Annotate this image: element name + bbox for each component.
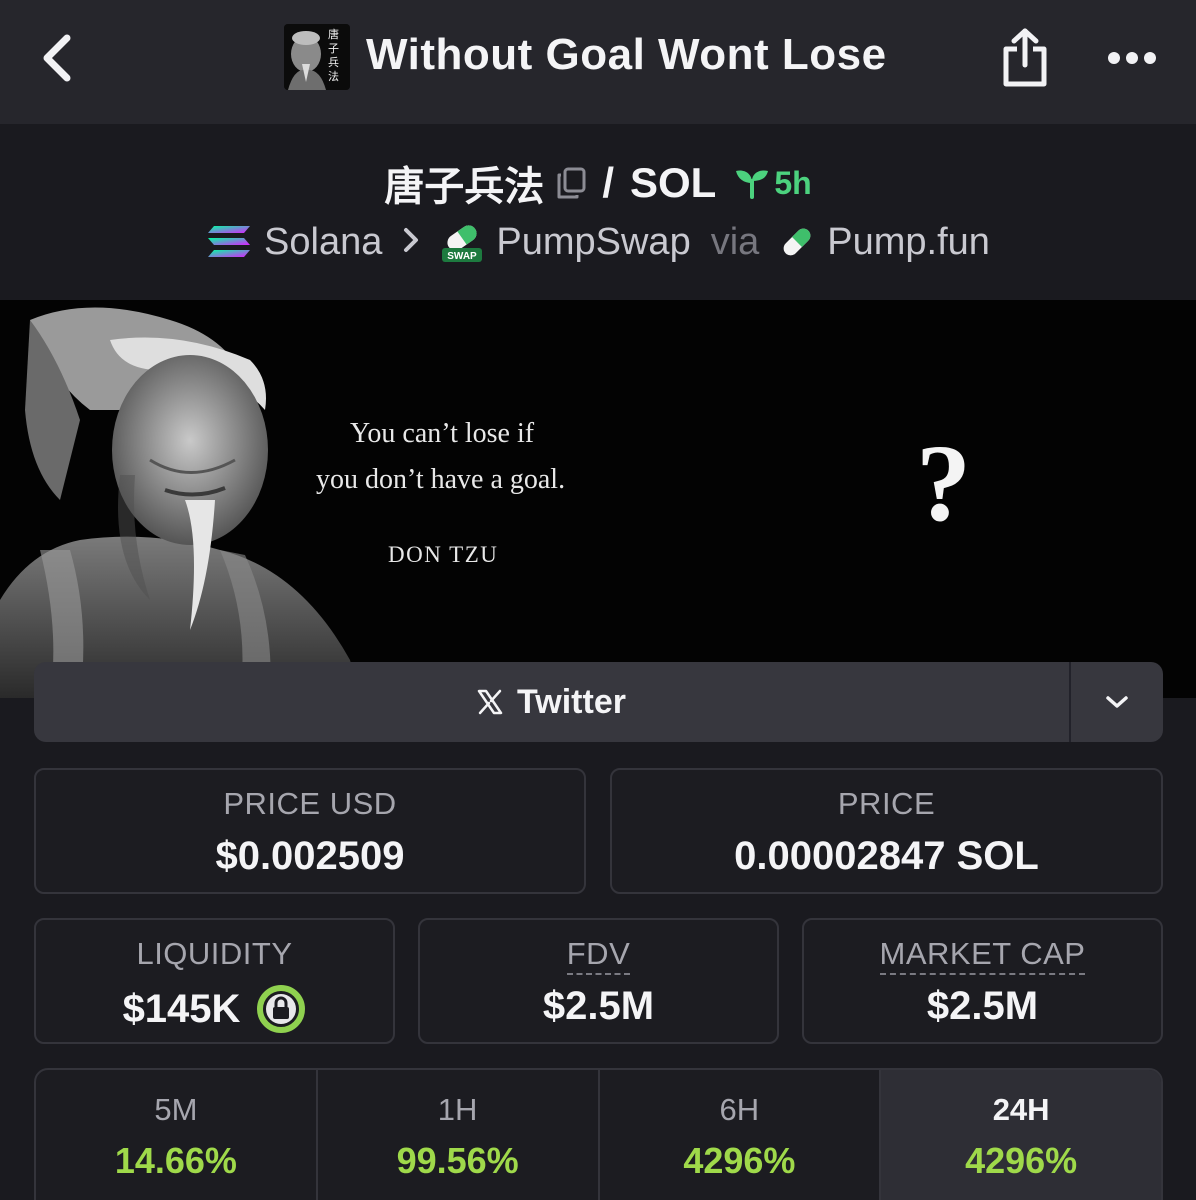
price-native-value: 0.00002847 SOL [734, 834, 1039, 878]
tab-change: 4296% [683, 1140, 796, 1181]
market-cap-value: $2.5M [926, 984, 1039, 1028]
chain-name: Solana [264, 220, 383, 263]
price-change-tabs: 5M 14.66% 1H 99.56% 6H 4296% 24H 4296% [34, 1068, 1163, 1200]
page-title: Without Goal Wont Lose [366, 30, 887, 79]
tab-change: 14.66% [114, 1140, 237, 1181]
more-button[interactable] [1100, 32, 1164, 84]
top-bar: 唐子兵法 Without Goal Wont Lose [0, 0, 1196, 124]
launchpad-name: Pump.fun [827, 220, 990, 263]
portrait-illustration [0, 307, 360, 698]
dex-name: PumpSwap [496, 220, 691, 263]
share-button[interactable] [996, 24, 1054, 92]
fdv-label[interactable]: FDV [566, 936, 631, 975]
chevron-right-icon [402, 221, 420, 264]
dex-badge-text: SWAP [448, 251, 478, 262]
tab-1h[interactable]: 1H 99.56% [318, 1070, 600, 1200]
price-usd-value: $0.002509 [215, 834, 405, 878]
more-dots-icon [1108, 52, 1156, 64]
chain-link[interactable]: Solana [206, 221, 382, 264]
pair-age-badge: 5h [734, 164, 812, 202]
banner-quote-line-1: You can’t lose if [350, 418, 535, 449]
market-cap-label[interactable]: MARKET CAP [879, 936, 1086, 975]
price-usd-label: PRICE USD [223, 786, 397, 821]
back-button[interactable] [30, 28, 82, 88]
fdv-card: FDV $2.5M [418, 918, 779, 1044]
tab-label: 24H [992, 1092, 1050, 1127]
banner-quote-line-2: you don’t have a goal. [316, 464, 566, 495]
tab-change: 4296% [965, 1140, 1078, 1181]
tab-label: 1H [437, 1092, 478, 1127]
tab-change: 99.56% [396, 1140, 519, 1181]
tab-6h[interactable]: 6H 4296% [600, 1070, 882, 1200]
dex-link[interactable]: SWAP PumpSwap [440, 220, 691, 264]
liquidity-label: LIQUIDITY [136, 936, 293, 971]
tab-label: 5M [154, 1092, 198, 1127]
token-banner-image: You can’t lose if you don’t have a goal.… [0, 300, 1196, 698]
seedling-icon [736, 170, 769, 199]
banner-quote-author: DON TZU [388, 542, 499, 567]
market-cap-card: MARKET CAP $2.5M [802, 918, 1163, 1044]
tab-5m[interactable]: 5M 14.66% [36, 1070, 318, 1200]
pill-icon [783, 228, 811, 256]
solana-icon [208, 226, 251, 257]
tab-label: 6H [719, 1092, 760, 1127]
pair-quote-token: SOL [629, 159, 717, 206]
pair-base-token: 唐子兵法 [384, 164, 545, 210]
price-native-label: PRICE [837, 786, 936, 821]
chevron-down-icon [1106, 696, 1128, 708]
social-links-bar: Twitter [34, 662, 1163, 742]
liquidity-lock-icon[interactable] [256, 984, 306, 1034]
tab-24h[interactable]: 24H 4296% [881, 1070, 1161, 1200]
liquidity-value: $145K [122, 986, 241, 1031]
pair-separator: / [602, 159, 614, 206]
token-avatar: 唐子兵法 [284, 24, 350, 90]
fdv-value: $2.5M [542, 984, 655, 1028]
pair-age: 5h [774, 164, 812, 201]
banner-question-mark: ? [916, 422, 971, 544]
copy-icon[interactable] [556, 167, 586, 199]
liquidity-card: LIQUIDITY $145K [34, 918, 395, 1044]
via-text: via [710, 220, 760, 263]
twitter-label: Twitter [517, 682, 626, 721]
x-logo-icon [477, 689, 503, 715]
pumpswap-icon: SWAP [442, 225, 483, 262]
pair-heading: 唐子兵法 / SOL 5h [0, 154, 1196, 212]
avatar-caption: 唐子兵法 [328, 28, 339, 83]
share-icon [1003, 28, 1047, 87]
twitter-button[interactable]: Twitter [34, 662, 1069, 742]
launchpad-link[interactable]: Pump.fun [779, 221, 990, 264]
social-expand-button[interactable] [1071, 662, 1163, 742]
pair-info: 唐子兵法 / SOL 5h Solana SWAP PumpSwap via P… [0, 124, 1196, 300]
price-native-card: PRICE 0.00002847 SOL [610, 768, 1163, 894]
chevron-left-icon [43, 34, 71, 82]
price-usd-card: PRICE USD $0.002509 [34, 768, 586, 894]
pair-route: Solana SWAP PumpSwap via Pump.fun [0, 220, 1196, 264]
